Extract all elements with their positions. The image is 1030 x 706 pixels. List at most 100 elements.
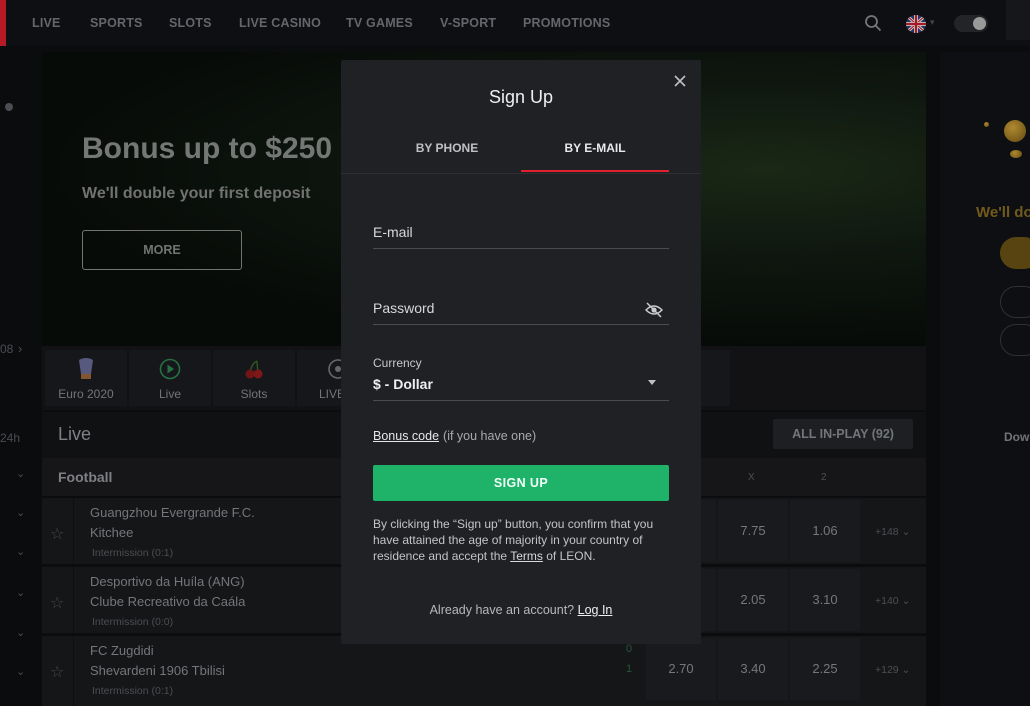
bonus-code-link[interactable]: Bonus code: [373, 429, 439, 443]
currency-select[interactable]: $ - Dollar: [373, 376, 433, 392]
nav-slots[interactable]: SLOTS: [169, 16, 212, 30]
rail-chevron-down-icon[interactable]: ⌄: [16, 626, 25, 639]
favorite-star-icon[interactable]: ☆: [50, 662, 64, 682]
moon-icon: [973, 17, 986, 30]
team-home[interactable]: Guangzhou Evergrande F.C.: [90, 505, 255, 520]
currency-label: Currency: [373, 356, 422, 370]
right-download-label[interactable]: Dow: [1004, 430, 1029, 444]
score-home: 0: [626, 643, 633, 655]
currency-underline: [373, 400, 669, 401]
right-gold-button[interactable]: [1000, 237, 1030, 269]
have-account-text: Already have an account?: [429, 603, 578, 617]
terms-post: of LEON.: [542, 549, 596, 563]
signup-modal: Sign Up BY PHONE BY E-MAIL E-mail Passwo…: [341, 60, 701, 644]
more-markets-count: +148: [875, 526, 899, 538]
odd-2[interactable]: 3.10: [790, 569, 860, 631]
favorite-star-icon[interactable]: ☆: [50, 524, 64, 544]
nav-live-casino[interactable]: LIVE CASINO: [239, 16, 321, 30]
right-promo-text: We'll do: [976, 204, 1030, 221]
column-2-label: 2: [821, 472, 827, 483]
password-label: Password: [373, 300, 435, 316]
rail-chevron-down-icon[interactable]: ⌄: [16, 545, 25, 558]
nav-v-sport[interactable]: V-SPORT: [440, 16, 496, 30]
close-icon[interactable]: [671, 72, 689, 90]
password-field[interactable]: Password: [373, 298, 669, 325]
eye-slash-icon[interactable]: [645, 302, 663, 318]
uk-flag-icon[interactable]: [906, 15, 926, 33]
category-label: Live: [158, 387, 181, 401]
team-away[interactable]: Kitchee: [90, 525, 133, 540]
column-x-label: X: [748, 472, 755, 483]
favorite-star-icon[interactable]: ☆: [50, 593, 64, 613]
category-slots[interactable]: Slots: [213, 350, 295, 406]
tab-divider: [341, 173, 701, 174]
odd-1[interactable]: 2.70: [646, 638, 716, 700]
right-outline-button[interactable]: [1000, 324, 1030, 356]
odd-x[interactable]: 7.75: [718, 500, 788, 562]
coin-icon: [1004, 120, 1026, 142]
category-euro2020[interactable]: Euro 2020: [45, 350, 127, 406]
category-live[interactable]: Live: [129, 350, 211, 406]
rail-chevron-down-icon[interactable]: ⌄: [16, 467, 25, 480]
nav-promotions[interactable]: PROMOTIONS: [523, 16, 610, 30]
coin-icon: [1010, 150, 1022, 158]
rail-chevron-right-icon[interactable]: ›: [18, 341, 22, 356]
team-home[interactable]: Desportivo da Huíla (ANG): [90, 574, 245, 589]
odd-x[interactable]: 3.40: [718, 638, 788, 700]
login-prompt: Already have an account? Log In: [341, 603, 701, 617]
play-icon: [159, 358, 181, 380]
nav-live[interactable]: LIVE: [32, 16, 61, 30]
rail-chevron-down-icon[interactable]: ⌄: [16, 665, 25, 678]
theme-toggle[interactable]: [954, 15, 988, 32]
modal-title: Sign Up: [488, 87, 554, 107]
row-divider: [73, 567, 74, 633]
user-corner[interactable]: [1006, 0, 1030, 40]
odd-2[interactable]: 1.06: [790, 500, 860, 562]
email-field[interactable]: E-mail: [373, 222, 669, 249]
more-markets-count: +129: [875, 664, 899, 676]
rail-ball-icon[interactable]: [0, 100, 14, 114]
right-outline-button[interactable]: [1000, 286, 1030, 318]
tab-by-phone[interactable]: BY PHONE: [373, 132, 521, 172]
tab-by-email[interactable]: BY E-MAIL: [521, 132, 669, 172]
signup-button[interactable]: SIGN UP: [373, 465, 669, 501]
bonus-hint: (if you have one): [443, 429, 537, 443]
rail-filter-label[interactable]: 24h: [0, 431, 20, 445]
match-status: Intermission (0:0): [92, 616, 174, 628]
email-label: E-mail: [373, 224, 413, 240]
bonus-code-row: Bonus code (if you have one): [373, 429, 536, 443]
login-link[interactable]: Log In: [578, 603, 613, 617]
team-away[interactable]: Shevardeni 1906 Tbilisi: [90, 663, 225, 678]
team-home[interactable]: FC Zugdidi: [90, 643, 154, 658]
language-caret-icon[interactable]: ▾: [930, 17, 935, 28]
brand-edge: [0, 0, 6, 46]
all-inplay-button[interactable]: ALL IN-PLAY (92): [773, 419, 913, 449]
odd-x[interactable]: 2.05: [718, 569, 788, 631]
rail-text: 08: [0, 342, 14, 356]
more-markets[interactable]: +140 ⌄: [875, 595, 910, 607]
rail-chevron-down-icon[interactable]: ⌄: [16, 586, 25, 599]
more-markets[interactable]: +129 ⌄: [875, 664, 910, 676]
match-status: Intermission (0:1): [92, 685, 174, 697]
sport-title: Football: [58, 469, 113, 485]
terms-text: By clicking the “Sign up” button, you co…: [373, 516, 669, 564]
more-markets[interactable]: +148 ⌄: [875, 526, 910, 538]
banner-title: Bonus up to $250: [82, 132, 333, 165]
banner-subtitle: We'll double your first deposit: [82, 185, 311, 202]
odd-2[interactable]: 2.25: [790, 638, 860, 700]
category-label: Euro 2020: [58, 387, 114, 401]
rail-chevron-down-icon[interactable]: ⌄: [16, 506, 25, 519]
banner-more-button[interactable]: MORE: [82, 230, 242, 270]
search-icon[interactable]: [864, 14, 882, 32]
more-markets-count: +140: [875, 595, 899, 607]
coin-icon: [984, 122, 989, 127]
nav-tv-games[interactable]: TV GAMES: [346, 16, 413, 30]
nav-sports[interactable]: SPORTS: [90, 16, 143, 30]
terms-link[interactable]: Terms: [510, 549, 543, 563]
euro-trophy-icon: [79, 358, 93, 379]
row-divider: [73, 498, 74, 564]
chevron-down-icon[interactable]: [648, 380, 656, 386]
row-divider: [73, 636, 74, 706]
match-status: Intermission (0:1): [92, 547, 174, 559]
team-away[interactable]: Clube Recreativo da Caála: [90, 594, 245, 609]
